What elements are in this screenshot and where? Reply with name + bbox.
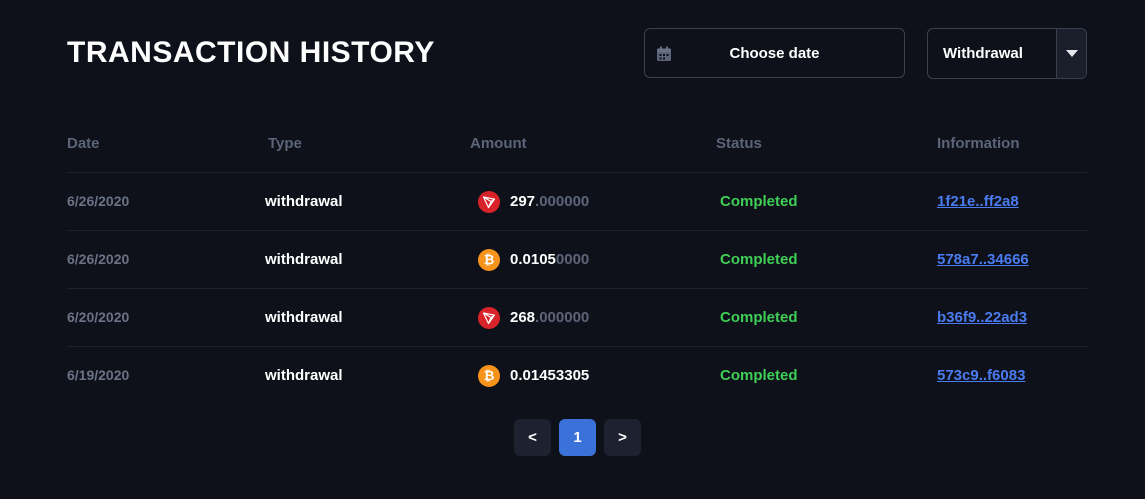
page-button-current[interactable]: 1	[559, 419, 596, 456]
column-header-type: Type	[268, 135, 302, 152]
row-type: withdrawal	[265, 251, 343, 268]
table-row: 6/26/2020 withdrawal ₿ 0.0105 0000 Comple…	[67, 230, 1087, 288]
row-amount: 297.000000	[478, 173, 589, 230]
date-picker-label: Choose date	[729, 44, 820, 62]
table-row: 6/19/2020 withdrawal ₿ 0.01453305 Comple…	[67, 346, 1087, 404]
row-type: withdrawal	[265, 367, 343, 384]
status-badge: Completed	[720, 251, 798, 268]
row-amount: ₿ 0.0105 0000	[478, 231, 589, 288]
amount-decimals: .000000	[535, 309, 590, 326]
amount-value: 297	[510, 193, 536, 210]
date-picker-button[interactable]: Choose date	[644, 28, 905, 78]
bitcoin-icon: ₿	[478, 248, 500, 271]
column-header-date: Date	[67, 135, 100, 152]
page-title: TRANSACTION HISTORY	[67, 36, 435, 69]
transaction-link[interactable]: 1f21e..ff2a8	[937, 173, 1019, 230]
row-date: 6/26/2020	[67, 193, 130, 209]
table-row: 6/20/2020 withdrawal 268.000000 Complete…	[67, 288, 1087, 346]
transaction-link[interactable]: b36f9..22ad3	[937, 289, 1027, 346]
row-date: 6/19/2020	[67, 367, 130, 383]
caret-down-icon	[1065, 50, 1078, 57]
row-date: 6/20/2020	[67, 309, 130, 325]
amount-decimals: 0000	[555, 251, 590, 268]
column-header-amount: Amount	[470, 135, 527, 152]
amount-value: 268	[510, 309, 536, 326]
pagination: < 1 >	[514, 419, 649, 456]
row-amount: ₿ 0.01453305	[478, 347, 589, 404]
tron-icon	[478, 190, 500, 213]
next-page-button[interactable]: >	[604, 419, 641, 456]
transaction-link[interactable]: 578a7..34666	[937, 231, 1029, 288]
amount-value: 0.0105	[510, 251, 556, 268]
row-type: withdrawal	[265, 309, 343, 326]
tron-icon	[478, 306, 500, 329]
calendar-icon	[657, 46, 671, 61]
type-filter-value: Withdrawal	[943, 45, 1023, 62]
amount-value: 0.01453305	[510, 367, 590, 384]
bitcoin-icon: ₿	[478, 364, 500, 387]
status-badge: Completed	[720, 309, 798, 326]
prev-page-button[interactable]: <	[514, 419, 551, 456]
column-header-information: Information	[937, 135, 1020, 152]
type-filter-select[interactable]: Withdrawal	[927, 28, 1087, 79]
transaction-link[interactable]: 573c9..f6083	[937, 347, 1025, 404]
amount-decimals: .000000	[535, 193, 590, 210]
table-row: 6/26/2020 withdrawal 297.000000 Complete…	[67, 172, 1087, 230]
transactions-table: 6/26/2020 withdrawal 297.000000 Complete…	[67, 172, 1087, 404]
status-badge: Completed	[720, 367, 798, 384]
row-amount: 268.000000	[478, 289, 589, 346]
row-date: 6/26/2020	[67, 251, 130, 267]
column-header-status: Status	[716, 135, 762, 152]
status-badge: Completed	[720, 193, 798, 210]
row-type: withdrawal	[265, 193, 343, 210]
type-filter-toggle[interactable]	[1056, 29, 1086, 78]
table-header: Date Type Amount Status Information	[67, 135, 1087, 155]
